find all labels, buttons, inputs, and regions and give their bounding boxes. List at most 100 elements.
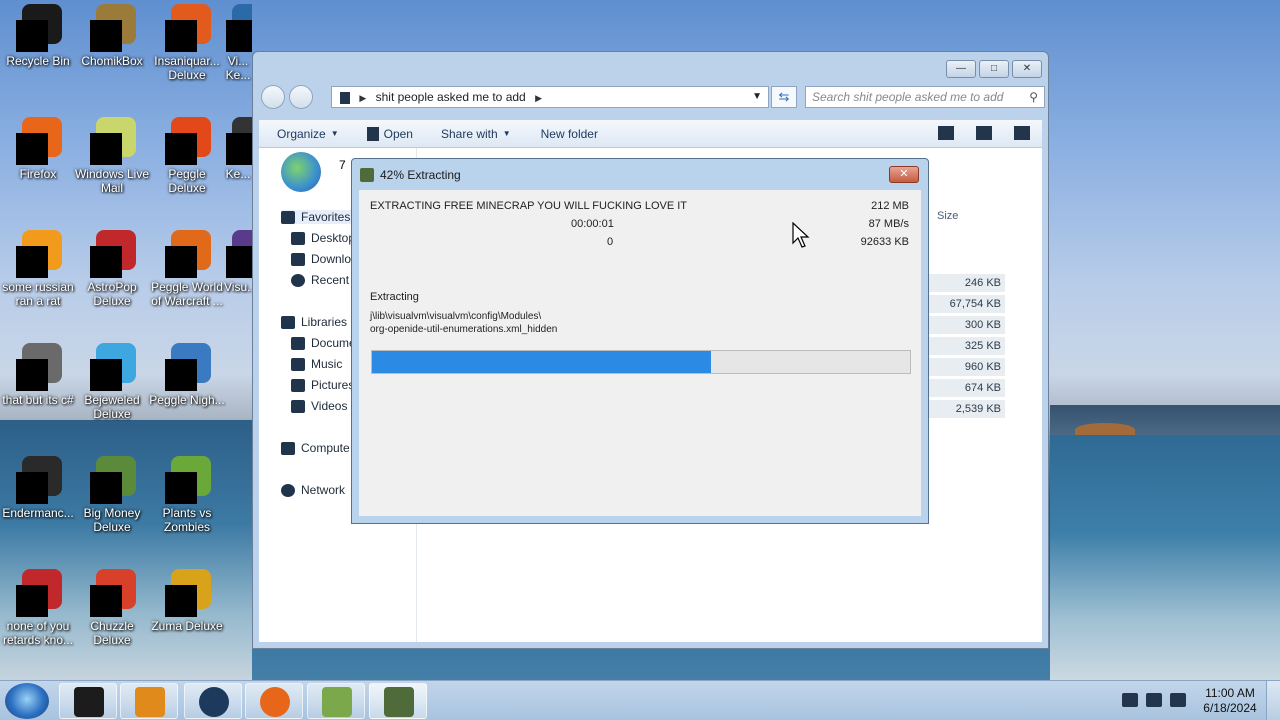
desktop-icon-label: Endermanc... (2, 506, 74, 520)
taskbar-item-media-player[interactable] (120, 683, 178, 719)
tray-icon[interactable] (1146, 693, 1162, 707)
desktop-icon-item[interactable]: Vi... Ke... (224, 4, 252, 82)
desktop-icon-item[interactable]: Recycle Bin (0, 4, 76, 68)
app-icon (224, 4, 252, 52)
extract-dialog[interactable]: 42% Extracting ✕ EXTRACTING FREE MINECRA… (351, 158, 929, 524)
nav-computer-label: Compute (301, 441, 350, 455)
desktop-icon-item[interactable]: Zuma Deluxe (149, 569, 225, 633)
address-row: ▶ shit people asked me to add ▶ ▼ ⇆ Sear… (259, 85, 1045, 111)
desktop-icon-item[interactable]: Peggle Deluxe (149, 117, 225, 195)
desktop-icon-label: Chuzzle Deluxe (90, 619, 134, 647)
progress-bar (371, 350, 911, 374)
new-folder-label: New folder (540, 126, 598, 141)
preview-pane-icon[interactable] (976, 126, 992, 140)
nav-music-label: Music (311, 357, 343, 371)
current-file-path: j\lib\visualvm\visualvm\config\Modules\ (370, 311, 542, 322)
tray-icon[interactable] (1122, 693, 1138, 707)
address-bar[interactable]: ▶ shit people asked me to add ▶ ▼ (331, 86, 769, 108)
desktop-icon-item[interactable]: Peggle World of Warcraft ... (149, 230, 225, 308)
search-icon[interactable]: ⚲ (1029, 87, 1038, 107)
processed-size: 92633 KB (860, 236, 909, 248)
taskbar: 11:00 AM 6/18/2024 (0, 680, 1280, 720)
desktop-icon-item[interactable]: that but its c# (0, 343, 76, 407)
desktop-icon-label: ChomikBox (81, 54, 143, 68)
dialog-close-button[interactable]: ✕ (889, 166, 919, 183)
desktop-icon-item[interactable]: Ke... (224, 117, 252, 181)
open-button[interactable]: Open (366, 126, 413, 141)
size-cell: 67,754 KB (929, 295, 1005, 313)
close-button[interactable]: ✕ (1012, 60, 1042, 78)
nav-favorites[interactable]: Favorites (281, 210, 361, 224)
desktop-icon-item[interactable]: Firefox (0, 117, 76, 181)
desktop-icon-label: Bejeweled Deluxe (84, 393, 140, 421)
speed: 87 MB/s (868, 218, 909, 230)
app-icon (74, 687, 104, 717)
desktop-icon-item[interactable]: Peggle Nigh... (149, 343, 225, 407)
nav-libraries-label: Libraries (301, 315, 348, 329)
desktop-icon-item[interactable]: some russian ran a rat (0, 230, 76, 308)
show-desktop-button[interactable] (1266, 681, 1280, 720)
desktop-icon-item[interactable]: Windows Live Mail (74, 117, 150, 195)
nav-computer[interactable]: Compute (281, 441, 361, 455)
error-count: 0 (607, 236, 614, 248)
chevron-down-icon: ▼ (330, 129, 339, 138)
taskbar-item-firefox[interactable] (245, 683, 303, 719)
volume-icon[interactable] (1170, 693, 1186, 707)
recent-places-icon (291, 273, 305, 287)
new-folder-button[interactable]: New folder (541, 127, 598, 141)
maximize-button[interactable]: □ (979, 60, 1009, 78)
archive-icon (360, 168, 374, 182)
taskbar-item-1[interactable] (59, 683, 117, 719)
organize-label: Organize (277, 126, 326, 141)
refresh-button[interactable]: ⇆ (771, 86, 797, 108)
desktop-icon-item[interactable]: AstroPop Deluxe (74, 230, 150, 308)
desktop-icon-item[interactable]: Endermanc... (0, 456, 76, 520)
dialog-body: EXTRACTING FREE MINECRAP YOU WILL FUCKIN… (359, 190, 921, 516)
status-label: Extracting (370, 291, 419, 303)
nav-pictures-label: Pictures (311, 378, 355, 392)
documents-icon (291, 336, 305, 350)
firefox-icon (260, 687, 290, 717)
desktop-icon-label: Plants vs Zombies (162, 506, 212, 534)
desktop-icon-label: Big Money Deluxe (83, 506, 141, 534)
share-with-button[interactable]: Share with ▼ (441, 127, 511, 141)
help-icon[interactable] (1014, 126, 1030, 140)
taskbar-item-minecraft[interactable] (369, 683, 427, 719)
desktop-icon-item[interactable]: Big Money Deluxe (74, 456, 150, 534)
clock[interactable]: 11:00 AM 6/18/2024 (1200, 686, 1260, 716)
minecraft-icon (384, 687, 414, 717)
desktop-icon-item[interactable]: none of you retards kno... (0, 569, 76, 647)
organize-button[interactable]: Organize ▼ (277, 127, 339, 141)
desktop-icon-item[interactable]: ChomikBox (74, 4, 150, 68)
dialog-titlebar[interactable]: 42% Extracting (360, 165, 461, 185)
column-header-size[interactable]: Size (937, 210, 958, 222)
desktop-icon-label: none of you retards kno... (2, 619, 74, 647)
music-icon (291, 357, 305, 371)
desktop-icon-item[interactable]: Visu... (224, 230, 252, 294)
desktop-icon-item[interactable]: Bejeweled Deluxe (74, 343, 150, 421)
desktop-icon-item[interactable]: Chuzzle Deluxe (74, 569, 150, 647)
desktop-icon-label: Visu... (224, 280, 252, 294)
wallpaper-sea-right (1050, 435, 1280, 680)
app-icon (88, 230, 136, 278)
taskbar-item-5[interactable] (307, 683, 365, 719)
search-input[interactable]: Search shit people asked me to add ⚲ (805, 86, 1045, 108)
nav-libraries[interactable]: Libraries (281, 315, 361, 329)
minimize-button[interactable]: — (946, 60, 976, 78)
app-icon (163, 230, 211, 278)
taskbar-item-3[interactable] (184, 683, 242, 719)
back-button[interactable] (261, 85, 285, 109)
desktop-icon-item[interactable]: Insaniquar... Deluxe (149, 4, 225, 82)
desktop-icon-item[interactable]: Plants vs Zombies (149, 456, 225, 534)
start-button[interactable] (5, 683, 49, 719)
chevron-down-icon[interactable]: ▼ (752, 87, 762, 107)
forward-button[interactable] (289, 85, 313, 109)
explorer-titlebar[interactable]: — □ ✕ (253, 52, 1048, 82)
nav-network[interactable]: Network (281, 483, 361, 497)
current-file-name: org-openide-util-enumerations.xml_hidden (370, 324, 558, 335)
size-cell: 674 KB (929, 379, 1005, 397)
app-icon (88, 117, 136, 165)
open-icon (366, 126, 379, 141)
view-options-icon[interactable] (938, 126, 954, 140)
system-tray (1122, 693, 1186, 707)
